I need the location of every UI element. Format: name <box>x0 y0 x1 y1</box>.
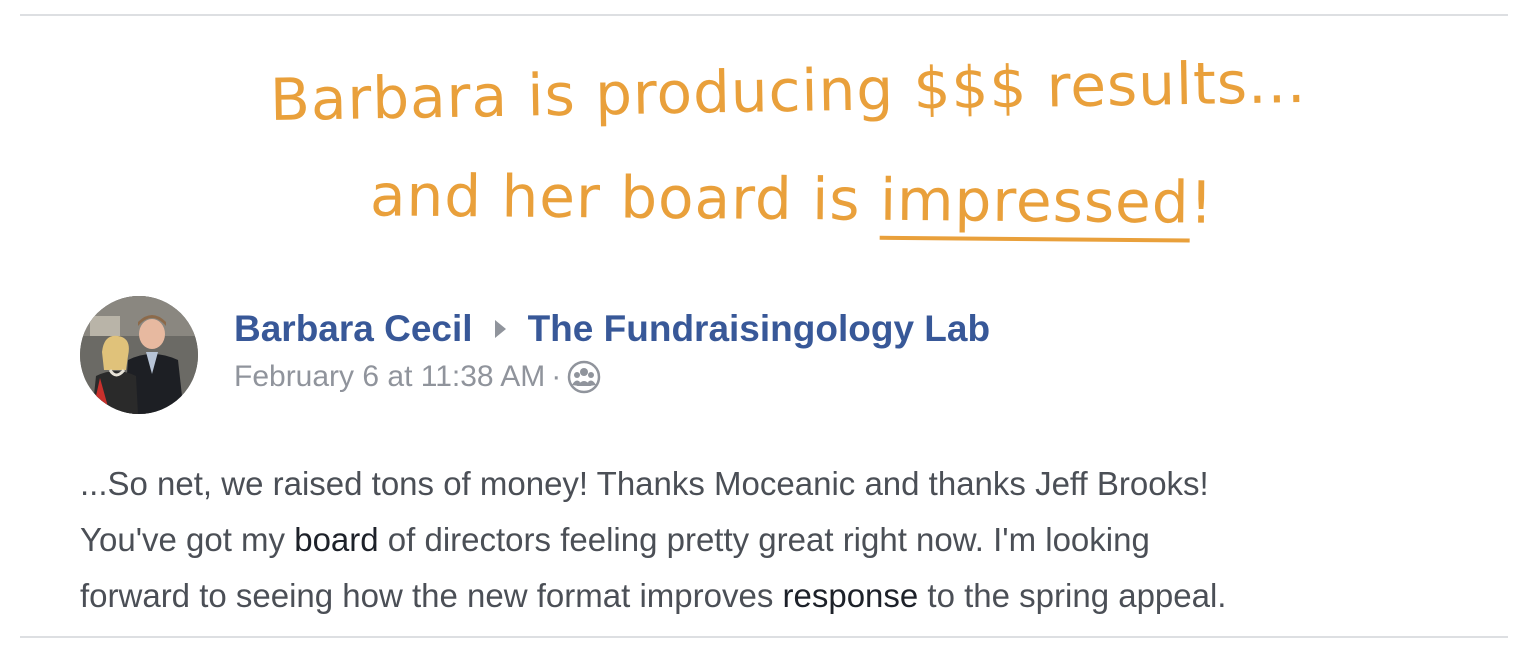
post-body-text: You've got my <box>80 521 295 558</box>
headline-line-2-suffix: ! <box>1189 168 1215 237</box>
headline-underlined-word: impressed <box>879 165 1190 243</box>
triangle-right-icon <box>494 320 506 338</box>
post-body-line-2: You've got my board of directors feeling… <box>80 512 1500 568</box>
group-name-link[interactable]: The Fundraisingology Lab <box>528 308 991 350</box>
post-body-text: forward to seeing how the new format imp… <box>80 577 783 614</box>
headline-line-1: Barbara is producing $$$ results... <box>269 47 1307 135</box>
headline-line-2: and her board is impressed! <box>369 161 1215 243</box>
highlighted-word-response: response <box>782 577 919 614</box>
bottom-divider <box>20 636 1508 638</box>
group-icon[interactable] <box>567 360 601 394</box>
headline-line-2-prefix: and her board is <box>369 161 881 234</box>
post-meta: Barbara Cecil The Fundraisingology Lab F… <box>234 308 990 394</box>
post-body-line-1: ...So net, we raised tons of money! Than… <box>80 465 1209 502</box>
author-name-link[interactable]: Barbara Cecil <box>234 308 473 350</box>
top-divider <box>20 14 1508 16</box>
post-body-text: to the spring appeal. <box>918 577 1227 614</box>
highlighted-word-board: board <box>294 521 379 558</box>
avatar-photo <box>80 296 198 414</box>
post-timestamp-link[interactable]: February 6 at 11:38 AM <box>234 360 545 394</box>
post-header: Barbara Cecil The Fundraisingology Lab F… <box>80 296 990 414</box>
post-names: Barbara Cecil The Fundraisingology Lab <box>234 308 990 350</box>
post-body-line-3: forward to seeing how the new format imp… <box>80 568 1500 624</box>
post-subline: February 6 at 11:38 AM · <box>234 360 990 394</box>
post-body: ...So net, we raised tons of money! Than… <box>80 456 1500 624</box>
meta-separator: · <box>551 360 562 393</box>
post-screenshot: Barbara is producing $$$ results... and … <box>0 0 1534 650</box>
avatar[interactable] <box>80 296 198 414</box>
post-body-text: of directors feeling pretty great right … <box>378 521 1150 558</box>
